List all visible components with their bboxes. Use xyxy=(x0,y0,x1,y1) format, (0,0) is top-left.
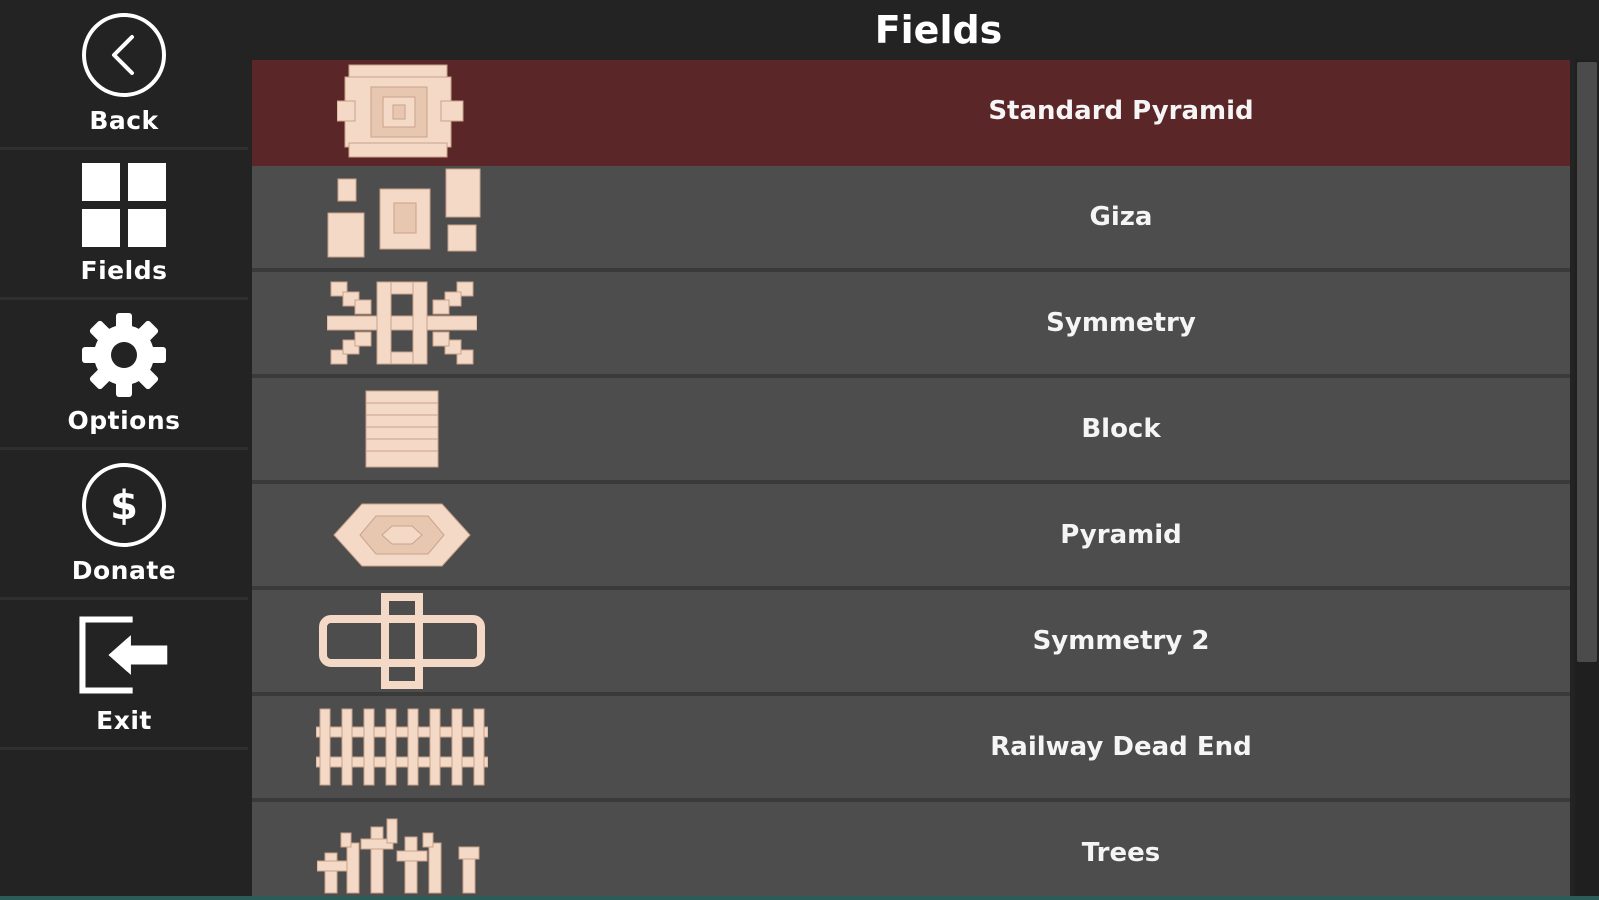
sidebar-item-label: Fields xyxy=(80,256,168,285)
sidebar-item-label: Donate xyxy=(71,556,177,585)
field-name: Symmetry xyxy=(1046,308,1196,338)
field-row-railway-dead-end[interactable]: Railway Dead End xyxy=(252,696,1570,802)
sidebar-item-back[interactable]: Back xyxy=(0,0,248,150)
field-row-giza[interactable]: Giza xyxy=(252,166,1570,272)
sidebar-item-label: Options xyxy=(67,406,181,435)
back-arrow-icon xyxy=(79,10,169,100)
sidebar-item-label: Back xyxy=(89,106,159,135)
trees-thumbnail xyxy=(302,802,502,900)
pyramid-thumbnail xyxy=(302,484,502,586)
field-row-symmetry-2[interactable]: Symmetry 2 xyxy=(252,590,1570,696)
field-name: Pyramid xyxy=(1060,520,1182,550)
field-name: Railway Dead End xyxy=(990,732,1252,762)
sidebar-item-donate[interactable]: $ Donate xyxy=(0,450,248,600)
exit-icon xyxy=(79,610,169,700)
field-row-trees[interactable]: Trees xyxy=(252,802,1570,900)
scrollbar-thumb[interactable] xyxy=(1577,62,1597,662)
grid-icon xyxy=(79,160,169,250)
svg-text:$: $ xyxy=(110,483,138,529)
field-row-standard-pyramid[interactable]: Standard Pyramid xyxy=(252,60,1570,166)
field-name: Symmetry 2 xyxy=(1032,626,1210,656)
block-thumbnail xyxy=(302,378,502,480)
list-scrollbar[interactable] xyxy=(1575,60,1599,900)
page-header: Fields xyxy=(248,0,1599,60)
field-name: Standard Pyramid xyxy=(988,96,1254,126)
fields-list: Standard Pyramid Giza Symmetry Block Pyr… xyxy=(252,60,1570,900)
field-name: Giza xyxy=(1089,202,1153,232)
sidebar-item-fields[interactable]: Fields xyxy=(0,150,248,300)
field-row-pyramid[interactable]: Pyramid xyxy=(252,484,1570,590)
bottom-divider xyxy=(0,896,1599,900)
standard-pyramid-thumbnail xyxy=(302,60,502,162)
sidebar-item-exit[interactable]: Exit xyxy=(0,600,248,750)
field-name: Trees xyxy=(1081,838,1161,868)
giza-thumbnail xyxy=(302,166,502,268)
app-window: Back Fields Options $ Donate Exit Fields… xyxy=(0,0,1599,900)
sidebar-item-label: Exit xyxy=(96,706,152,735)
sidebar-item-options[interactable]: Options xyxy=(0,300,248,450)
field-name: Block xyxy=(1081,414,1161,444)
gear-icon xyxy=(79,310,169,400)
sidebar: Back Fields Options $ Donate Exit xyxy=(0,0,248,900)
railway-dead-end-thumbnail xyxy=(302,696,502,798)
dollar-icon: $ xyxy=(79,460,169,550)
symmetry-2-thumbnail xyxy=(302,590,502,692)
field-row-symmetry[interactable]: Symmetry xyxy=(252,272,1570,378)
field-row-block[interactable]: Block xyxy=(252,378,1570,484)
symmetry-thumbnail xyxy=(302,272,502,374)
page-title: Fields xyxy=(874,8,1003,52)
